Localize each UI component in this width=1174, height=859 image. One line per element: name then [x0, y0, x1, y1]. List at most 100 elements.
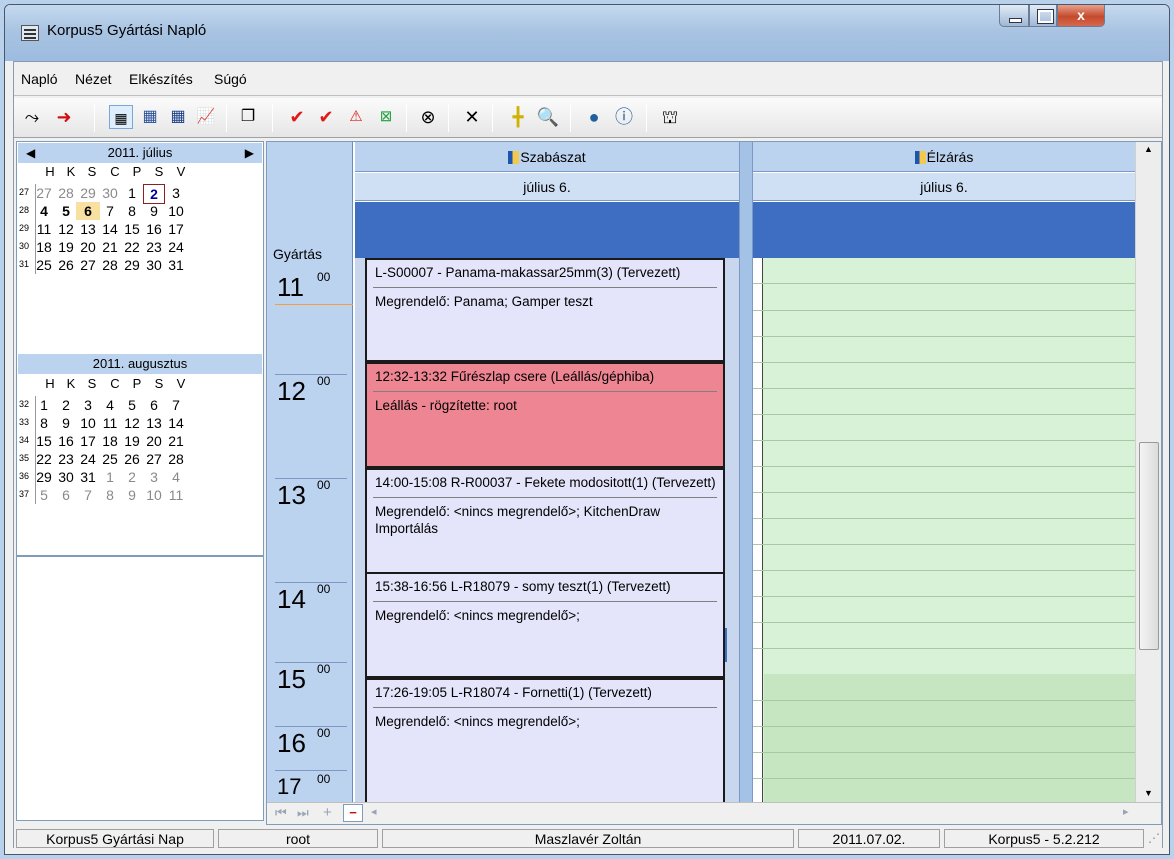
calendar-day[interactable]: 11 [161, 486, 191, 504]
last-icon[interactable]: ⏭ [297, 805, 309, 821]
vertical-scrollbar[interactable]: ▲ ▼ [1135, 142, 1161, 802]
allday-area[interactable] [355, 202, 739, 258]
close-button[interactable]: x [1057, 5, 1105, 27]
menu-naplo[interactable]: Napló [21, 71, 58, 87]
menu-nezet[interactable]: Nézet [75, 71, 112, 87]
info-icon[interactable]: ⓘ [612, 105, 636, 129]
calendar-day[interactable]: 31 [161, 256, 191, 274]
appointment[interactable]: L-S00007 - Panama-makassar25mm(3) (Terve… [365, 258, 725, 362]
wand-icon[interactable]: ⤳ [20, 105, 44, 129]
calendar-week: 34 15 16 17 18 19 20 21 [17, 432, 263, 450]
minute-label: 00 [317, 662, 331, 676]
calendar-day[interactable]: 7 [161, 396, 191, 414]
slot-line [753, 752, 1135, 753]
chart-view-icon[interactable]: 📈 [194, 105, 218, 129]
hour-label: 11 [277, 272, 304, 302]
add-icon[interactable]: + [323, 804, 332, 821]
excel-icon[interactable]: ⊠ [374, 105, 398, 129]
check-icon[interactable]: ✔ [285, 105, 309, 129]
calendar-day[interactable]: 21 [161, 432, 191, 450]
toolbar-separator [448, 104, 449, 132]
prev-month-icon[interactable]: ◀ [26, 143, 35, 163]
appointment[interactable]: 14:00-15:08 R-R00037 - Fekete modositott… [365, 468, 725, 574]
scroll-left-icon[interactable]: ◂ [371, 805, 377, 818]
slot-line [753, 570, 1135, 571]
appointment[interactable]: 17:26-19:05 L-R18074 - Fornetti(1) (Terv… [365, 678, 725, 808]
calendar-week: 35 22 23 24 25 26 27 28 [17, 450, 263, 468]
status-user: root [218, 829, 378, 848]
scroll-thumb[interactable] [1139, 442, 1159, 650]
minimize-button[interactable] [999, 5, 1029, 27]
search-icon[interactable]: 🔍 [536, 105, 560, 129]
toolbar-separator [492, 104, 493, 132]
appointment-detail: Leállás - rögzítette: root [375, 398, 517, 413]
status-fullname: Maszlavér Zoltán [382, 829, 794, 848]
appointment-title: 17:26-19:05 L-R18074 - Fornetti(1) (Terv… [375, 685, 652, 700]
calendar-title: 2011. augusztus [92, 356, 188, 371]
resource-header-elzaras[interactable]: Élzárás [753, 142, 1135, 172]
appointment-title: 12:32-13:32 Fűrészlap csere (Leállás/gép… [375, 369, 655, 384]
calendar-day[interactable]: 14 [161, 414, 191, 432]
resource-name: Szabászat [520, 149, 586, 165]
schedule-view: Gyártás 11 00 12 00 13 00 14 00 15 00 16 00 17… [266, 141, 1162, 825]
menu-elkeszites[interactable]: Elkészítés [129, 71, 193, 87]
slot-line [753, 414, 1135, 415]
calendar-day[interactable]: 28 [161, 450, 191, 468]
calendar-title: 2011. július [107, 145, 173, 160]
remove-button[interactable]: − [343, 804, 363, 822]
grid-view-icon[interactable]: ▦ [166, 105, 190, 129]
menu-bar: Napló Nézet Elkészítés Súgó [14, 62, 1162, 96]
check-calendar-icon[interactable]: ✔ [314, 105, 338, 129]
scroll-right-icon[interactable]: ▸ [1123, 805, 1129, 818]
title-bar[interactable]: Korpus5 Gyártási Napló x [5, 5, 1169, 61]
appointment[interactable]: 15:38-16:56 L-R18079 - somy teszt(1) (Te… [365, 572, 725, 678]
hour-label: 13 [277, 480, 306, 510]
appointment-divider [373, 287, 717, 288]
resize-grip-icon[interactable]: ⋰ [1148, 831, 1160, 845]
stop-icon[interactable]: ⊗ [416, 105, 440, 129]
pane-divider [17, 555, 263, 557]
arrow-right-icon[interactable]: ➜ [52, 105, 76, 129]
resource-header-szabaszat[interactable]: Szabászat [355, 142, 739, 172]
slot-line [753, 726, 1135, 727]
exit-icon[interactable]: ⛫ [658, 105, 682, 129]
calendar-header: 2011. augusztus [18, 354, 262, 374]
appointment-detail: Megrendelő: Panama; Gamper teszt [375, 294, 593, 309]
menu-sugo[interactable]: Súgó [214, 71, 247, 87]
calendar-day[interactable]: 3 [161, 184, 191, 202]
calendar-dow-row: H K S C P S V [43, 164, 253, 182]
next-month-icon[interactable]: ▶ [245, 143, 254, 163]
scroll-up-icon[interactable]: ▲ [1144, 144, 1153, 154]
dow-label: V [176, 376, 186, 391]
calendar-day[interactable]: 4 [161, 468, 191, 486]
dow-label: V [176, 164, 186, 179]
appointment-divider [373, 601, 717, 602]
offhours-area [764, 674, 1135, 802]
status-bar: Korpus5 Gyártási Nap root Maszlavér Zolt… [14, 827, 1162, 849]
globe-icon[interactable]: ● [582, 105, 606, 129]
slot-line [753, 544, 1135, 545]
scroll-down-icon[interactable]: ▼ [1144, 788, 1153, 798]
appointment-divider [373, 497, 717, 498]
day-column-szabaszat[interactable]: L-S00007 - Panama-makassar25mm(3) (Terve… [355, 258, 739, 808]
slot-line [753, 648, 1135, 649]
delete-icon[interactable]: ✕ [460, 105, 484, 129]
horizontal-scrollbar[interactable]: ⏮ ⏭ + − ◂ ▸ [267, 802, 1161, 824]
month-view-icon[interactable]: ▦ [138, 105, 162, 129]
calendar-day[interactable]: 10 [161, 202, 191, 220]
appointment-divider [373, 391, 717, 392]
appointment-downtime[interactable]: 12:32-13:32 Fűrészlap csere (Leállás/gép… [365, 362, 725, 468]
day-view-icon[interactable]: ▦ [109, 105, 133, 129]
first-icon[interactable]: ⏮ [275, 805, 287, 821]
calendar-day[interactable]: 24 [161, 238, 191, 256]
warning-icon[interactable]: ⚠ [344, 105, 368, 129]
day-column-elzaras[interactable] [753, 258, 1135, 802]
slot-line [753, 310, 1135, 311]
copy-icon[interactable]: ❐ [236, 105, 260, 129]
hour-label: 12 [277, 376, 306, 406]
calendar-day[interactable]: 17 [161, 220, 191, 238]
minute-label: 00 [317, 726, 331, 740]
resource-icon[interactable]: ╋ [506, 105, 530, 129]
allday-area[interactable] [753, 202, 1135, 258]
maximize-button[interactable] [1029, 5, 1057, 27]
